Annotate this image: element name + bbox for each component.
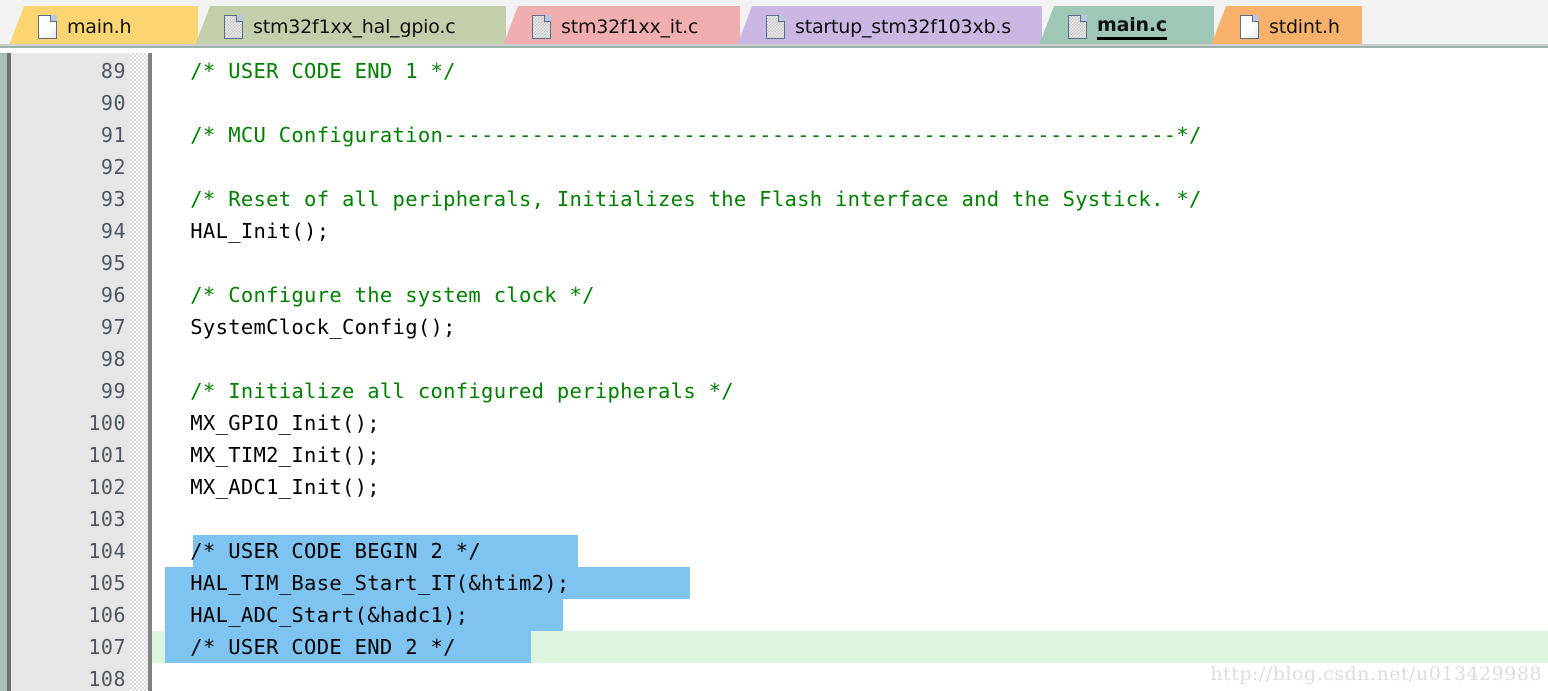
code-line[interactable]: 90 (0, 87, 1548, 119)
file-page-hatched-icon (766, 15, 785, 39)
tab-bar-left-filler (0, 0, 12, 48)
line-number: 89 (100, 59, 126, 83)
file-page-hatched-icon (1068, 15, 1087, 39)
tab-label: stm32f1xx_hal_gpio.c (253, 16, 456, 38)
code-line[interactable]: 98 (0, 343, 1548, 375)
code-line[interactable]: 101 MX_TIM2_Init(); (0, 439, 1548, 471)
page-fold-corner (50, 15, 57, 22)
code-text: MX_ADC1_Init(); (165, 475, 380, 499)
tab-label: stdint.h (1269, 16, 1340, 38)
code-line[interactable]: 103 (0, 503, 1548, 535)
line-number: 94 (100, 219, 126, 243)
code-text: /* Initialize all configured peripherals… (165, 379, 734, 403)
line-number: 92 (100, 155, 126, 179)
tab-label: main.c (1097, 14, 1167, 40)
code-text: MX_TIM2_Init(); (165, 443, 380, 467)
tab-label: main.h (67, 16, 132, 38)
file-page-hatched-icon (224, 15, 243, 39)
line-number: 96 (100, 283, 126, 307)
code-text: SystemClock_Config(); (165, 315, 456, 339)
code-editor-pane[interactable]: 89 /* USER CODE END 1 */ 90 91 /* MCU Conf… (0, 53, 1548, 691)
code-line[interactable]: 102 MX_ADC1_Init(); (0, 471, 1548, 503)
page-fold-corner (544, 15, 551, 22)
line-number: 97 (100, 315, 126, 339)
code-line[interactable]: 104 /* USER CODE BEGIN 2 */ (0, 535, 1548, 567)
tab-label: startup_stm32f103xb.s (795, 16, 1011, 38)
line-number: 104 (88, 539, 126, 563)
line-number: 105 (88, 571, 126, 595)
code-line[interactable]: 94 HAL_Init(); (0, 215, 1548, 247)
watermark-text: http://blog.csdn.net/u013429988 (1210, 663, 1542, 685)
tab-main-c[interactable]: main.c (1038, 6, 1214, 48)
tab-startup-stm32f103xb-s[interactable]: startup_stm32f103xb.s (736, 6, 1042, 48)
code-text: HAL_ADC_Start(&hadc1); (165, 603, 469, 627)
code-text: /* MCU Configuration--------------------… (165, 123, 1202, 147)
line-number: 93 (100, 187, 126, 211)
tab-stm32f1xx-it-c[interactable]: stm32f1xx_it.c (502, 6, 740, 48)
code-line[interactable]: 91 /* MCU Configuration-----------------… (0, 119, 1548, 151)
code-line[interactable]: 92 (0, 151, 1548, 183)
line-number: 103 (88, 507, 126, 531)
line-number: 98 (100, 347, 126, 371)
code-line[interactable]: 97 SystemClock_Config(); (0, 311, 1548, 343)
code-line[interactable]: 99 /* Initialize all configured peripher… (0, 375, 1548, 407)
line-number: 106 (88, 603, 126, 627)
line-number: 108 (88, 667, 126, 691)
file-page-hatched-icon (532, 15, 551, 39)
line-number: 102 (88, 475, 126, 499)
line-number: 100 (88, 411, 126, 435)
code-line[interactable]: 95 (0, 247, 1548, 279)
line-number: 90 (100, 91, 126, 115)
code-line[interactable]: 105 HAL_TIM_Base_Start_IT(&htim2); (0, 567, 1548, 599)
page-fold-corner (778, 15, 785, 22)
code-line[interactable]: 89 /* USER CODE END 1 */ (0, 55, 1548, 87)
tab-stdint-h[interactable]: stdint.h (1210, 6, 1362, 48)
code-text: /* USER CODE BEGIN 2 */ (165, 539, 482, 563)
tab-bar-rule-teal (0, 46, 1548, 48)
line-number: 91 (100, 123, 126, 147)
code-text: MX_GPIO_Init(); (165, 411, 380, 435)
code-text: HAL_Init(); (165, 219, 330, 243)
line-number: 95 (100, 251, 126, 275)
code-line[interactable]: 107 /* USER CODE END 2 */ (0, 631, 1548, 663)
file-page-icon (1240, 15, 1259, 39)
tab-main-h[interactable]: main.h (8, 6, 198, 48)
code-text: /* USER CODE END 2 */ (165, 635, 456, 659)
code-text: /* Configure the system clock */ (165, 283, 595, 307)
code-line[interactable]: 100 MX_GPIO_Init(); (0, 407, 1548, 439)
file-page-icon (38, 15, 57, 39)
page-fold-corner (236, 15, 243, 22)
tab-label: stm32f1xx_it.c (561, 16, 699, 38)
code-line[interactable]: 96 /* Configure the system clock */ (0, 279, 1548, 311)
tab-stm32f1xx-hal-gpio-c[interactable]: stm32f1xx_hal_gpio.c (194, 6, 506, 48)
line-number: 99 (100, 379, 126, 403)
page-fold-corner (1080, 15, 1087, 22)
code-text: HAL_TIM_Base_Start_IT(&htim2); (165, 571, 570, 595)
line-number: 101 (88, 443, 126, 467)
line-number: 107 (88, 635, 126, 659)
code-text: /* USER CODE END 1 */ (165, 59, 456, 83)
code-text: /* Reset of all peripherals, Initializes… (165, 187, 1202, 211)
page-fold-corner (1252, 15, 1259, 22)
editor-tab-bar: main.h stm32f1xx_hal_gpio.c stm32f1xx_it.c… (0, 0, 1548, 48)
code-line[interactable]: 93 /* Reset of all peripherals, Initiali… (0, 183, 1548, 215)
code-line[interactable]: 106 HAL_ADC_Start(&hadc1); (0, 599, 1548, 631)
